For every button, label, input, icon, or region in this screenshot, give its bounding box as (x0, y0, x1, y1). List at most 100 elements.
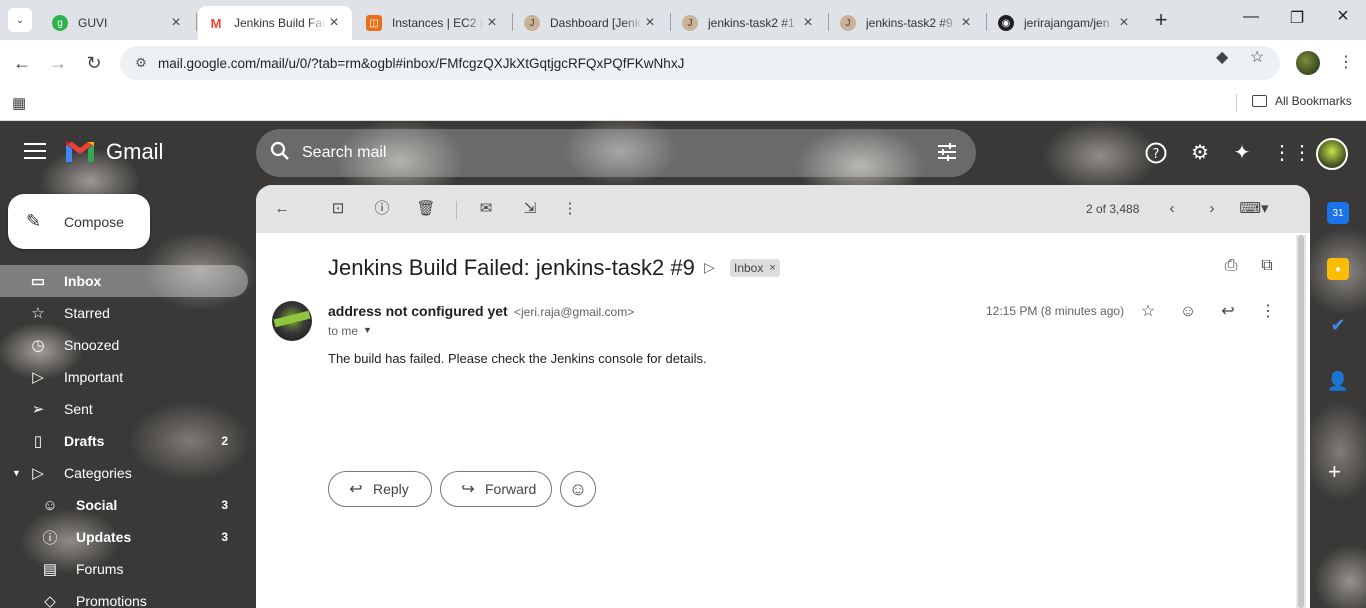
browser-menu-icon[interactable]: ⋮ (1338, 52, 1354, 72)
new-tab-button[interactable]: + (1150, 9, 1172, 31)
sidebar-item-social[interactable]: ☺ Social 3 (0, 489, 256, 521)
tab-strip: ⌄ g GUVI × M Jenkins Build Failed × ◫ In… (0, 0, 1366, 40)
bookmark-star-icon[interactable]: ☆ (1250, 47, 1264, 67)
add-addon-icon[interactable]: + (1328, 459, 1341, 485)
importance-marker-icon[interactable]: ▷ (704, 259, 715, 276)
calendar-icon[interactable]: 31 (1327, 202, 1349, 224)
sender-name[interactable]: address not configured yet (328, 303, 508, 319)
search-bar[interactable]: Search mail (256, 129, 976, 177)
close-window-button[interactable]: × (1320, 5, 1366, 28)
mark-unread-icon[interactable]: ✉ (474, 198, 498, 220)
jenkins-favicon: J (524, 15, 540, 31)
message-more-icon[interactable]: ⋮ (1256, 300, 1280, 324)
profile-avatar[interactable] (1296, 51, 1320, 75)
reply-icon[interactable]: ↩ (1216, 300, 1240, 324)
main-menu-icon[interactable] (24, 143, 46, 164)
recipient-text: to me (328, 324, 359, 338)
sidebar-item-sent[interactable]: ➢ Sent (0, 393, 256, 425)
site-info-icon[interactable]: ⚙ (126, 55, 156, 71)
show-details-icon[interactable]: ▼ (363, 325, 372, 335)
older-message-icon[interactable]: › (1200, 198, 1224, 220)
tab-title: jerirajangam/jen (1024, 16, 1110, 30)
archive-icon[interactable]: ⊡ (326, 198, 350, 220)
search-input[interactable]: Search mail (302, 144, 386, 162)
smiley-icon: ☺ (568, 478, 588, 499)
report-spam-icon[interactable]: ⓘ (370, 198, 394, 220)
reply-button[interactable]: ↩ Reply (328, 471, 432, 507)
sidebar-item-important[interactable]: ▷ Important (0, 361, 256, 393)
gemini-sparkle-icon[interactable]: ✦ (1230, 141, 1254, 165)
settings-gear-icon[interactable]: ⚙ (1188, 141, 1212, 165)
tasks-icon[interactable]: ✔ (1327, 314, 1349, 336)
sidebar-item-inbox[interactable]: ▭ Inbox (0, 265, 248, 297)
google-apps-icon[interactable]: ⋮⋮⋮ (1272, 141, 1332, 165)
tab-jenkins-task2-1[interactable]: J jenkins-task2 #1 × (672, 6, 826, 40)
sidebar-item-drafts[interactable]: ▯ Drafts 2 (0, 425, 256, 457)
close-tab-icon[interactable]: × (1116, 15, 1132, 31)
extension-icon[interactable]: ◆ (1216, 47, 1228, 67)
close-tab-icon[interactable]: × (642, 15, 658, 31)
help-icon[interactable]: ? (1144, 141, 1168, 165)
tab-jenkins-dashboard[interactable]: J Dashboard [Jenk × (514, 6, 668, 40)
add-reaction-icon[interactable]: ☺ (1176, 300, 1200, 324)
tab-guvi[interactable]: g GUVI × (42, 6, 194, 40)
sidebar-item-forums[interactable]: ▤ Forums (0, 553, 256, 585)
apps-grid-icon[interactable]: ▦ (12, 94, 26, 112)
tab-jenkins-task2-9[interactable]: J jenkins-task2 #9 × (830, 6, 984, 40)
back-to-inbox-icon[interactable]: ← (270, 198, 294, 220)
input-tools-icon[interactable]: ⌨▾ (1238, 198, 1270, 220)
tab-title: Jenkins Build Failed (234, 16, 326, 30)
print-icon[interactable]: ⎙ (1220, 257, 1242, 279)
contacts-icon[interactable]: 👤 (1327, 370, 1349, 392)
browser-toolbar: ← → ↻ ⚙ mail.google.com/mail/u/0/?tab=rm… (0, 40, 1366, 86)
minimize-button[interactable]: — (1228, 8, 1274, 26)
address-bar[interactable]: ⚙ mail.google.com/mail/u/0/?tab=rm&ogbl#… (120, 46, 1280, 80)
tag-icon: ◇ (44, 593, 56, 608)
account-avatar[interactable] (1316, 138, 1348, 170)
close-tab-icon[interactable]: × (958, 15, 974, 31)
close-tab-icon[interactable]: × (326, 15, 342, 31)
more-options-icon[interactable]: ⋮ (558, 198, 582, 220)
tab-gmail[interactable]: M Jenkins Build Failed × (198, 6, 352, 40)
sidebar-item-label: Promotions (76, 593, 147, 608)
gmail-logo[interactable]: Gmail (64, 139, 163, 165)
send-icon: ➢ (31, 401, 45, 418)
sidebar-item-promotions[interactable]: ◇ Promotions (0, 585, 256, 608)
close-tab-icon[interactable]: × (800, 15, 816, 31)
remove-label-icon[interactable]: × (769, 262, 775, 274)
tab-github[interactable]: ◉ jerirajangam/jen × (988, 6, 1142, 40)
back-button[interactable]: ← (10, 51, 34, 75)
compose-button[interactable]: ✎ Compose (8, 194, 150, 249)
emoji-reaction-button[interactable]: ☺ (560, 471, 596, 507)
all-bookmarks-button[interactable]: All Bookmarks (1252, 94, 1352, 108)
gmail-favicon: M (208, 15, 224, 31)
forward-button[interactable]: → (46, 51, 70, 75)
sender-avatar[interactable] (272, 301, 312, 341)
tab-ec2[interactable]: ◫ Instances | EC2 | × (356, 6, 510, 40)
message-toolbar: ← ⊡ ⓘ 🗑 ✉ ⇲ ⋮ 2 of 3,488 ‹ › ⌨▾ (256, 185, 1310, 233)
close-tab-icon[interactable]: × (168, 15, 184, 31)
open-new-window-icon[interactable]: ⧉ (1256, 257, 1278, 279)
close-tab-icon[interactable]: × (484, 15, 500, 31)
reload-button[interactable]: ↻ (82, 51, 106, 75)
sidebar-item-snoozed[interactable]: ◷ Snoozed (0, 329, 256, 361)
forum-icon: ▤ (42, 561, 58, 578)
forward-button[interactable]: ↪ Forward (440, 471, 552, 507)
move-to-icon[interactable]: ⇲ (518, 198, 542, 220)
tab-search-button[interactable]: ⌄ (8, 8, 32, 32)
search-icon[interactable] (270, 141, 294, 166)
sidebar-nav: ▭ Inbox ☆ Starred ◷ Snoozed ▷ Important … (0, 265, 256, 608)
sidebar-item-categories[interactable]: ▼ ▷ Categories (0, 457, 256, 489)
search-options-icon[interactable] (936, 141, 958, 163)
folder-icon (1252, 95, 1267, 107)
delete-icon[interactable]: 🗑 (414, 198, 438, 220)
keep-icon[interactable]: ● (1327, 258, 1349, 280)
sidebar-item-updates[interactable]: ⓘ Updates 3 (0, 521, 256, 553)
star-message-icon[interactable]: ☆ (1136, 300, 1160, 324)
restore-button[interactable]: ❐ (1274, 8, 1320, 28)
newer-message-icon[interactable]: ‹ (1160, 198, 1184, 220)
jenkins-favicon: J (682, 15, 698, 31)
expand-caret-icon[interactable]: ▼ (12, 468, 21, 478)
sidebar-item-starred[interactable]: ☆ Starred (0, 297, 256, 329)
scrollbar-thumb[interactable] (1298, 235, 1304, 608)
